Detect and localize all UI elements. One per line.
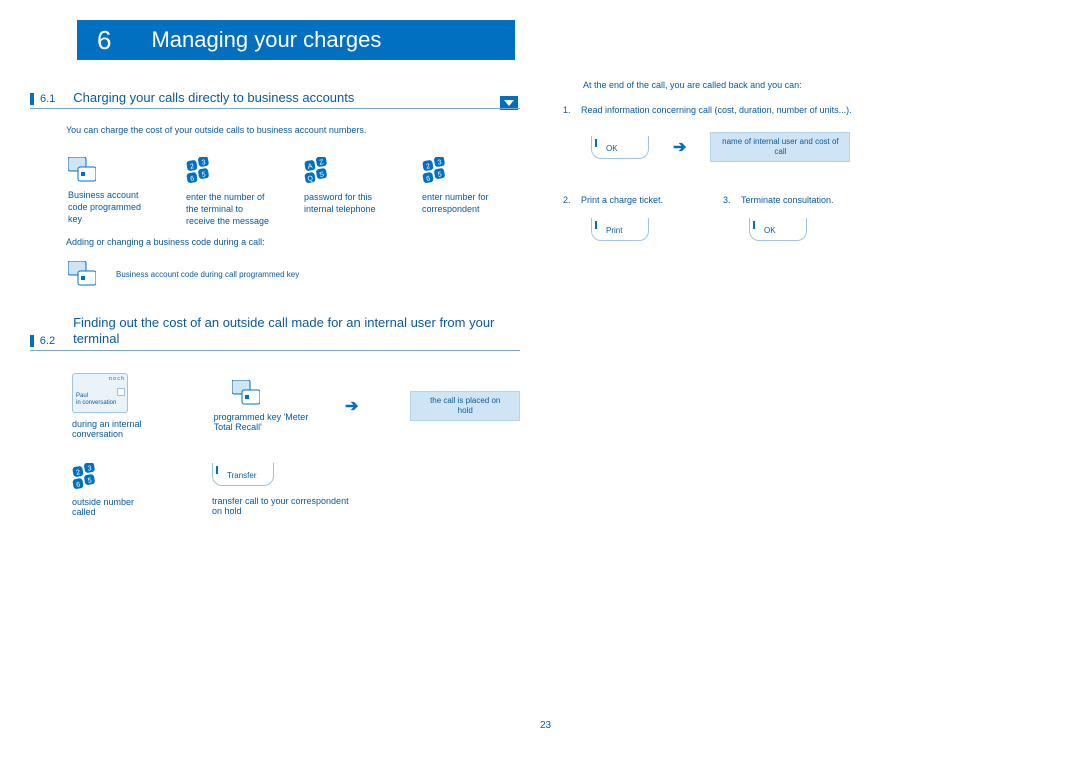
right-li2: 2. Print a charge ticket. xyxy=(563,190,663,208)
section62-row2: 2 3 6 5 outside number called Transfer t… xyxy=(72,463,520,517)
li3-num: 3. xyxy=(723,195,731,205)
item-label: enter the number of the terminal to rece… xyxy=(186,191,274,227)
item-label: password for this internal telephone xyxy=(304,191,392,215)
ok-label: OK xyxy=(606,144,618,153)
section62-row1: n o c h Paul in conversation during an i… xyxy=(72,373,520,439)
screen-top: n o c h xyxy=(76,376,124,383)
softkey-icon xyxy=(68,261,96,287)
softkey-icon xyxy=(68,157,96,183)
hold-box-text: the call is placed on hold xyxy=(430,396,500,415)
section-title-62: Finding out the cost of an outside call … xyxy=(73,315,520,347)
item-business-key: Business account code programmed key xyxy=(68,157,156,227)
phone-screen-icon: n o c h Paul in conversation xyxy=(72,373,128,413)
section-heading-61: 6.1 Charging your calls directly to busi… xyxy=(30,90,520,109)
section61-intro: You can charge the cost of your outside … xyxy=(66,125,520,135)
item-during-conv: n o c h Paul in conversation during an i… xyxy=(72,373,162,439)
section61-note2: Business account code during call progra… xyxy=(116,270,299,279)
item-label: outside number called xyxy=(72,497,152,517)
section-heading-62: 6.2 Finding out the cost of an outside c… xyxy=(30,315,520,351)
right-intro: At the end of the call, you are called b… xyxy=(583,80,1043,90)
section-num-marker xyxy=(30,335,34,347)
transfer-softkey: Transfer xyxy=(212,463,274,486)
info-box-text: name of internal user and cost of call xyxy=(722,137,839,156)
dialpad-icon: 2 3 6 5 xyxy=(186,157,216,185)
screen-l2: in conversation xyxy=(76,400,124,407)
item-outside-number: 2 3 6 5 outside number called xyxy=(72,463,152,517)
section61-note: Adding or changing a business code durin… xyxy=(66,237,520,247)
item-password: A Z Q S password for this internal telep… xyxy=(304,157,392,227)
arrow-icon: ➔ xyxy=(673,137,686,157)
right-row2: 2. Print a charge ticket. 3. Terminate c… xyxy=(563,190,1043,208)
item-label: Business account code programmed key xyxy=(68,189,156,225)
ok-softkey-2: OK xyxy=(749,218,807,241)
item-enter-number: 2 3 6 5 enter the number of the terminal… xyxy=(186,157,274,227)
right-li3: 3. Terminate consultation. xyxy=(723,190,834,208)
li1-text: Read information concerning call (cost, … xyxy=(581,105,852,115)
left-column: 6.1 Charging your calls directly to busi… xyxy=(30,90,520,517)
right-column: At the end of the call, you are called b… xyxy=(563,80,1043,241)
chapter-title-bar: 6 Managing your charges xyxy=(77,20,515,60)
ok-label-2: OK xyxy=(764,226,776,235)
li2-num: 2. xyxy=(563,195,571,205)
ok-softkey: OK xyxy=(591,136,649,159)
item-label: transfer call to your correspondent on h… xyxy=(212,496,352,516)
item-label: during an internal conversation xyxy=(72,419,162,439)
transfer-label: Transfer xyxy=(227,471,257,480)
section-title-61: Charging your calls directly to business… xyxy=(73,90,354,105)
li2-text: Print a charge ticket. xyxy=(581,195,663,205)
dialpad-icon: 2 3 6 5 xyxy=(72,463,102,491)
right-li1: 1. Read information concerning call (cos… xyxy=(563,100,1043,118)
print-label: Print xyxy=(606,226,622,235)
softkey-icon xyxy=(232,380,260,406)
chapter-title: Managing your charges xyxy=(151,27,381,53)
print-softkey: Print xyxy=(591,218,649,241)
dialpad-icon: 2 3 6 5 xyxy=(422,157,452,185)
item-transfer: Transfer transfer call to your correspon… xyxy=(212,463,352,516)
item-label: enter number for correspondent xyxy=(422,191,510,215)
chapter-number: 6 xyxy=(97,25,111,56)
section-num-62: 6.2 xyxy=(40,335,55,347)
right-row1: OK ➔ name of internal user and cost of c… xyxy=(591,132,1043,162)
li1-num: 1. xyxy=(563,105,571,115)
section61-icon-row: Business account code programmed key 2 3… xyxy=(68,157,520,227)
section-num-61: 6.1 xyxy=(40,93,55,105)
li3-text: Terminate consultation. xyxy=(741,195,834,205)
alpha-pad-icon: A Z Q S xyxy=(304,157,334,185)
item-label: programmed key 'Meter Total Recall' xyxy=(214,412,323,432)
item-meter-key: programmed key 'Meter Total Recall' xyxy=(214,380,323,432)
item-enter-correspondent: 2 3 6 5 enter number for correspondent xyxy=(422,157,510,227)
section-num-marker xyxy=(30,93,34,105)
arrow-icon: ➔ xyxy=(345,396,358,416)
section61-note2-row: Business account code during call progra… xyxy=(68,261,520,287)
page-number: 23 xyxy=(540,720,551,731)
right-row3: Print OK xyxy=(591,218,1043,241)
hold-box: the call is placed on hold xyxy=(410,391,520,421)
info-box: name of internal user and cost of call xyxy=(710,132,850,162)
